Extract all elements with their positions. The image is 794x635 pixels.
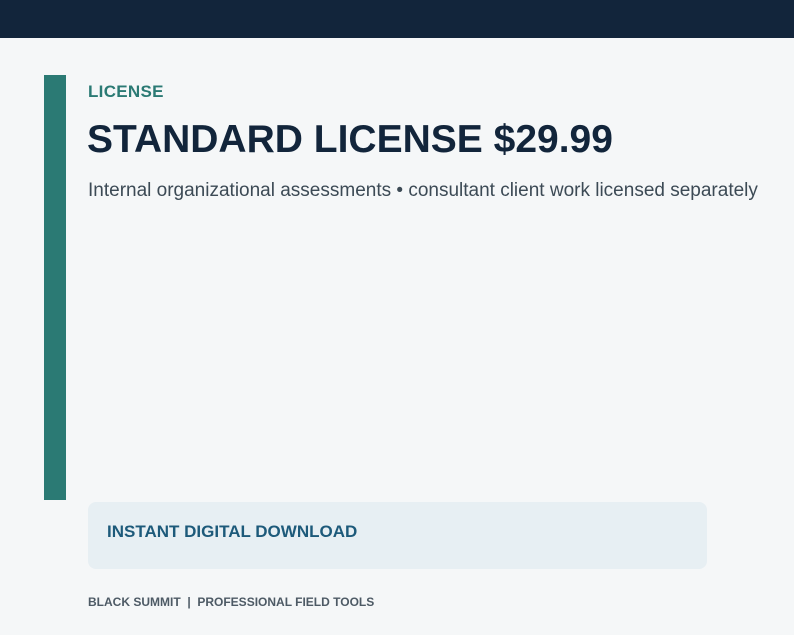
accent-bar — [44, 75, 66, 500]
download-callout: INSTANT DIGITAL DOWNLOAD — [88, 502, 707, 569]
top-header-bar — [0, 0, 794, 38]
footer-brand: BLACK SUMMIT | PROFESSIONAL FIELD TOOLS — [88, 595, 375, 609]
download-label: INSTANT DIGITAL DOWNLOAD — [107, 522, 358, 541]
section-eyebrow: LICENSE — [88, 82, 164, 101]
license-title: STANDARD LICENSE $29.99 — [87, 118, 613, 161]
license-description: Internal organizational assessments • co… — [88, 180, 758, 201]
